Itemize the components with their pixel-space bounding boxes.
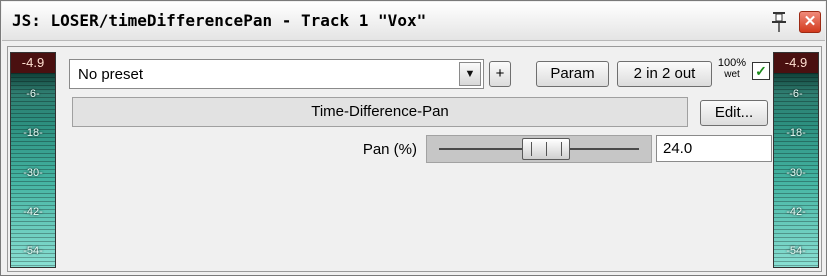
output-peak-readout[interactable]: -4.9 [774,53,818,73]
title-bar[interactable]: JS: LOSER/timeDifferencePan - Track 1 "V… [2,2,825,41]
thumb-grip [531,142,533,156]
meter-tick: -42- [23,206,43,218]
meter-tick: -30- [23,167,43,179]
param-button[interactable]: Param [536,61,609,87]
edit-button[interactable]: Edit... [700,100,768,126]
thumb-grip [546,142,548,156]
pin-icon[interactable] [771,11,787,33]
meter-tick: -54- [23,245,43,257]
pan-label: Pan (%) [362,141,417,158]
wet-mix-knob[interactable]: 100% wet [715,58,749,90]
plugin-name-bar: Time-Difference-Pan [72,97,688,127]
preset-dropdown[interactable]: No preset ▼ [69,59,484,89]
chevron-down-icon[interactable]: ▼ [459,62,481,86]
meter-tick: -30- [786,167,806,179]
meter-tick: -6- [26,88,40,100]
pan-value-field[interactable]: 24.0 [656,135,772,162]
output-level-meter: -4.9 -6- -18- -30- -42- -54- [773,52,819,268]
window-title: JS: LOSER/timeDifferencePan - Track 1 "V… [12,11,427,30]
thumb-grip [561,142,563,156]
wet-label: wet [724,69,740,80]
meter-tick: -18- [786,127,806,139]
io-routing-button[interactable]: 2 in 2 out [617,61,712,87]
close-button[interactable]: ✕ [799,11,821,33]
input-peak-readout[interactable]: -4.9 [11,53,55,73]
wet-percent: 100% [717,57,747,69]
pan-slider[interactable] [426,135,652,163]
fx-enable-checkbox[interactable]: ✓ [752,62,770,80]
add-preset-button[interactable]: + [489,61,511,87]
pan-slider-thumb[interactable] [522,138,571,160]
meter-tick: -42- [786,206,806,218]
preset-value: No preset [78,66,144,83]
meter-tick: -18- [23,127,43,139]
meter-tick: -54- [786,245,806,257]
meter-tick: -6- [789,88,803,100]
input-level-meter: -4.9 -6- -18- -30- -42- -54- [10,52,56,268]
